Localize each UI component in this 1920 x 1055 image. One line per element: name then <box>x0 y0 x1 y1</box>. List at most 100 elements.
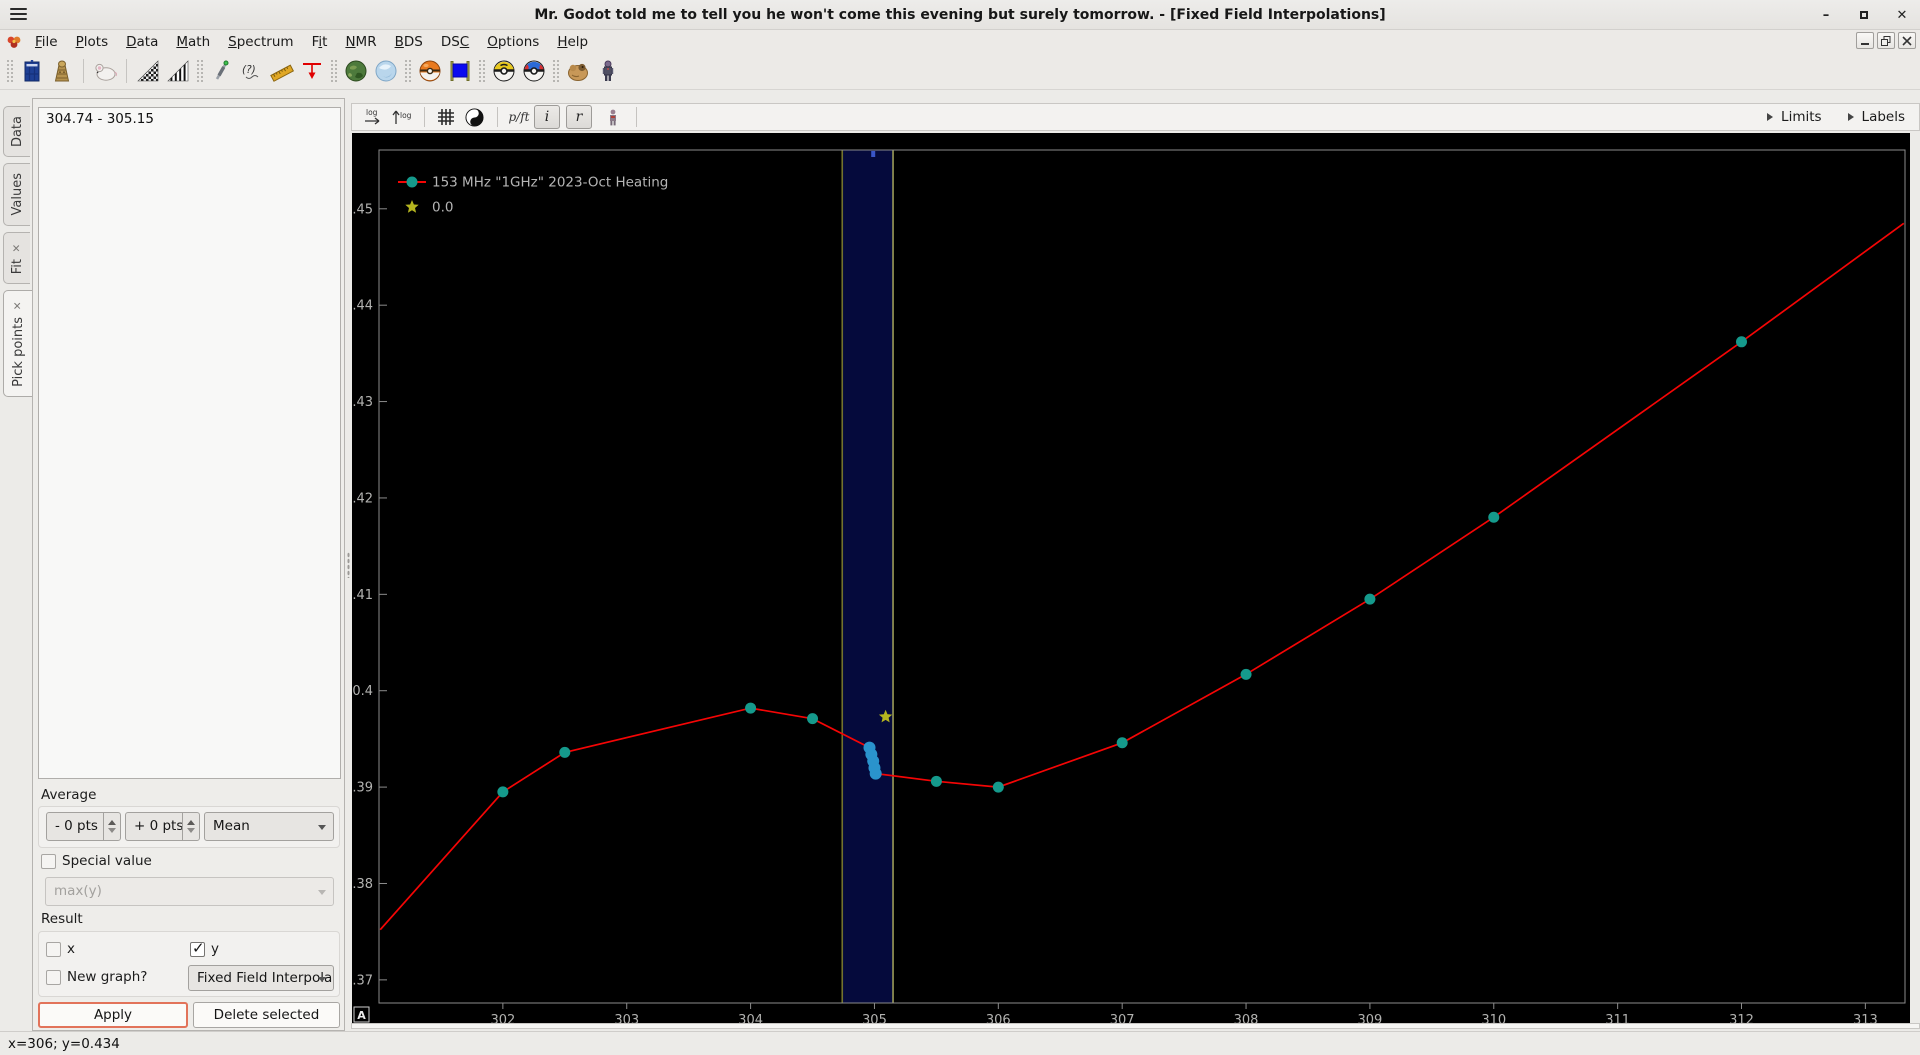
yin-yang-icon[interactable] <box>461 105 487 129</box>
checkered-cone-icon[interactable] <box>133 56 163 86</box>
creature-icon[interactable] <box>563 56 593 86</box>
y-tick-label: 0.41 <box>352 588 373 603</box>
hamburger-menu-icon[interactable] <box>10 8 27 21</box>
special-value-checkbox[interactable] <box>41 853 56 869</box>
sidebar-tab-data[interactable]: Data <box>3 106 30 158</box>
toolbar-separator <box>126 59 127 83</box>
special-value-row: Special value <box>41 853 152 869</box>
average-method-combobox[interactable]: Mean <box>204 812 334 841</box>
toolbar-drag-handle[interactable] <box>196 59 204 83</box>
alien-figure-icon[interactable] <box>593 56 623 86</box>
ultra-ball-icon[interactable] <box>489 56 519 86</box>
dock-splitter[interactable] <box>345 98 352 1031</box>
delete-selected-button[interactable]: Delete selected <box>193 1002 340 1028</box>
legend-marker-symbol <box>406 176 418 188</box>
result-x-checkbox[interactable] <box>46 941 61 957</box>
sonic-screwdriver-icon[interactable] <box>207 56 237 86</box>
minimize-button[interactable]: – <box>1818 7 1834 23</box>
plus-points-spinner[interactable]: + 0 pts <box>125 812 200 841</box>
real-part-button[interactable]: r <box>566 105 592 129</box>
y-tick-label: 0.4 <box>352 684 373 699</box>
special-value-label: Special value <box>62 853 152 869</box>
menu-fit[interactable]: Fit <box>303 32 337 52</box>
menu-bds[interactable]: BDS <box>386 32 432 52</box>
x-tick-label: 304 <box>738 1013 763 1023</box>
toolbar-drag-handle[interactable] <box>330 59 338 83</box>
orange-pokeball-icon[interactable] <box>415 56 445 86</box>
pick-range-item[interactable]: 304.74 - 305.15 <box>39 108 340 130</box>
ruler-icon[interactable] <box>267 56 297 86</box>
mouse-icon[interactable] <box>90 56 120 86</box>
application-window: { "window": { "title": "Mr. Godot told m… <box>0 0 1920 1055</box>
imaginary-part-button[interactable]: i <box>534 105 560 129</box>
y-tick-label: 0.43 <box>352 395 373 410</box>
x-log-scale-button[interactable]: log <box>360 105 386 129</box>
great-ball-icon[interactable] <box>519 56 549 86</box>
main-toolbar: (?) <box>0 53 1920 90</box>
data-point <box>1116 737 1128 749</box>
mdi-restore-button[interactable] <box>1877 32 1895 49</box>
special-value-function-combobox[interactable]: max(y) <box>45 877 334 906</box>
y-log-scale-button[interactable]: log <box>388 105 414 129</box>
minus-points-spinner[interactable]: - 0 pts <box>46 812 121 841</box>
chevron-down-icon <box>318 890 326 895</box>
menu-math[interactable]: Math <box>167 32 219 52</box>
chart-canvas[interactable]: 302 303 304 305 306 307 308 309 310 311 312 313 0.37… <box>344 133 1910 1028</box>
stamp-figure-icon[interactable] <box>600 105 626 129</box>
toolbar-drag-handle[interactable] <box>404 59 412 83</box>
new-graph-checkbox[interactable] <box>46 969 61 985</box>
maximize-button[interactable] <box>1856 7 1872 23</box>
camo-sphere-icon[interactable] <box>341 56 371 86</box>
spinner-arrows-icon[interactable] <box>182 813 199 840</box>
chevron-down-icon <box>318 977 326 982</box>
pick-range-list[interactable]: 304.74 - 305.15 <box>38 107 341 779</box>
sidebar-tab-pick-points[interactable]: Pick points ✕ <box>3 289 32 397</box>
tab-close-icon[interactable]: ✕ <box>11 242 23 254</box>
menu-nmr[interactable]: NMR <box>336 32 385 52</box>
x-tick-label: 312 <box>1729 1013 1754 1023</box>
apply-button[interactable]: Apply <box>38 1002 188 1028</box>
menu-spectrum[interactable]: Spectrum <box>219 32 302 52</box>
ice-sphere-icon[interactable] <box>371 56 401 86</box>
window-title: Mr. Godot told me to tell you he won't c… <box>534 6 1386 23</box>
mdi-window-buttons <box>1856 32 1916 49</box>
menu-help[interactable]: Help <box>548 32 597 52</box>
new-graph-row: New graph? <box>46 969 147 985</box>
x-tick-label: 313 <box>1853 1013 1878 1023</box>
data-point <box>497 786 509 798</box>
limits-expander[interactable]: Limits <box>1767 109 1822 125</box>
selection-band <box>842 150 894 1003</box>
blue-flag-icon[interactable] <box>445 56 475 86</box>
toolbar-drag-handle[interactable] <box>552 59 560 83</box>
striped-cone-icon[interactable] <box>163 56 193 86</box>
menu-data[interactable]: Data <box>117 32 167 52</box>
mdi-minimize-button[interactable] <box>1856 32 1874 49</box>
result-section-label: Result <box>41 911 83 927</box>
mdi-close-button[interactable] <box>1898 32 1916 49</box>
toolbar-drag-handle[interactable] <box>6 59 14 83</box>
target-graph-combobox[interactable]: Fixed Field Interpola <box>188 965 334 991</box>
x-tick-label: 310 <box>1481 1013 1506 1023</box>
menu-file[interactable]: File <box>26 32 67 52</box>
menu-dsc[interactable]: DSC <box>432 32 478 52</box>
pft-toggle-button[interactable]: p/ft <box>506 105 532 129</box>
tab-label: Values <box>9 173 25 216</box>
toolbar-drag-handle[interactable] <box>478 59 486 83</box>
result-x-row: x <box>46 941 75 957</box>
menu-plots[interactable]: Plots <box>67 32 118 52</box>
data-point <box>992 781 1004 793</box>
question-scribble-icon[interactable]: (?) <box>237 56 267 86</box>
grid-toggle-button[interactable] <box>433 105 459 129</box>
spinner-arrows-icon[interactable] <box>103 813 120 840</box>
menu-options[interactable]: Options <box>478 32 548 52</box>
sidebar-tab-values[interactable]: Values <box>3 163 30 226</box>
plot-area[interactable]: 302 303 304 305 306 307 308 309 310 311 312 313 0.37… <box>344 133 1910 1028</box>
tab-close-icon[interactable]: ✕ <box>12 300 24 312</box>
tardis-icon[interactable] <box>17 56 47 86</box>
dalek-icon[interactable] <box>47 56 77 86</box>
close-button[interactable]: ✕ <box>1894 7 1910 23</box>
result-y-checkbox[interactable] <box>190 939 205 957</box>
peak-arrow-icon[interactable] <box>297 56 327 86</box>
labels-expander[interactable]: Labels <box>1847 109 1905 125</box>
sidebar-tab-fit[interactable]: Fit ✕ <box>3 231 30 284</box>
